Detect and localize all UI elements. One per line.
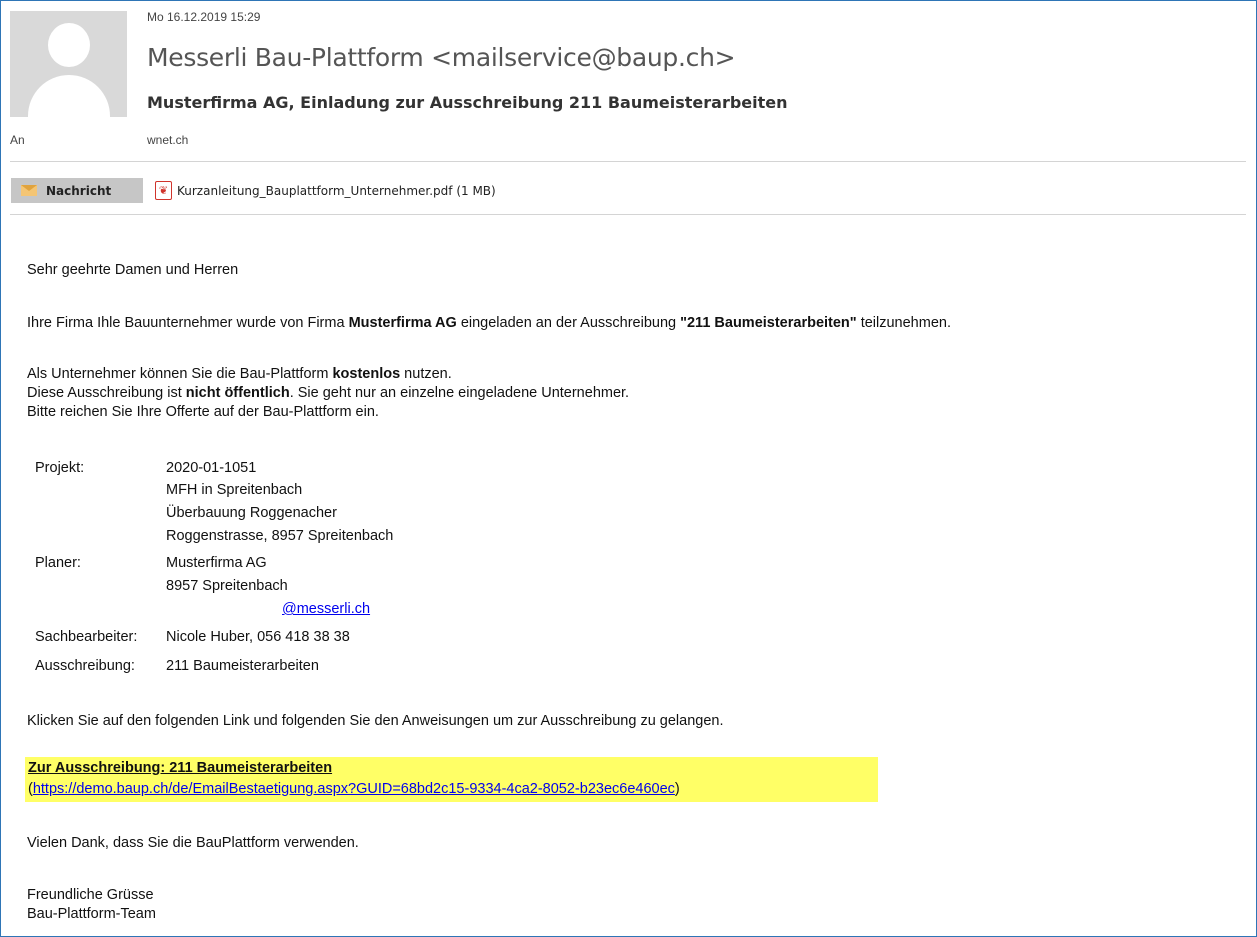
planner-line-1: Musterfirma AG	[166, 555, 267, 571]
planner-label: Planer:	[35, 555, 81, 571]
attachment-item[interactable]: ❦ Kurzanleitung_Bauplattform_Unternehmer…	[155, 181, 496, 200]
avatar-head	[48, 23, 90, 67]
intro-company: Musterfirma AG	[348, 315, 457, 331]
planner-email[interactable]: @messerli.ch	[166, 600, 370, 619]
tabs-divider	[10, 214, 1246, 215]
message-tab[interactable]: Nachricht	[11, 178, 143, 203]
planner-email-domain: @messerli.ch	[282, 601, 371, 617]
intro-text-1: Ihre Firma Ihle Bauunternehmer wurde von…	[27, 315, 349, 331]
clerk-value: Nicole Huber, 056 418 38 38	[166, 629, 350, 645]
project-label: Projekt:	[35, 460, 85, 476]
tender-link-url-line[interactable]: (https://demo.baup.ch/de/EmailBestaetigu…	[28, 781, 680, 797]
free-bold: kostenlos	[332, 366, 401, 382]
to-label: An	[10, 133, 25, 147]
tender-value: 211 Baumeisterarbeiten	[166, 658, 319, 674]
free-text-1: Als Unternehmer können Sie die Bau-Platt…	[27, 366, 333, 382]
attachment-name: Kurzanleitung_Bauplattform_Unternehmer.p…	[177, 183, 496, 198]
free-line: Als Unternehmer können Sie die Bau-Platt…	[27, 365, 452, 384]
project-line-2: MFH in Spreitenbach	[166, 482, 303, 498]
header-divider	[10, 161, 1246, 162]
planner-line-2: 8957 Spreitenbach	[166, 578, 288, 594]
sender-name[interactable]: Messerli Bau-Plattform <mailservice@baup…	[147, 43, 736, 72]
envelope-icon	[21, 185, 37, 196]
pdf-icon: ❦	[155, 181, 172, 200]
avatar-shoulders	[28, 75, 110, 117]
planner-email-link[interactable]: @messerli.ch	[166, 601, 370, 617]
message-tab-label: Nachricht	[46, 183, 112, 198]
private-line: Diese Ausschreibung ist nicht öffentlich…	[27, 384, 629, 403]
tender-link-url[interactable]: https://demo.baup.ch/de/EmailBestaetigun…	[33, 781, 675, 797]
to-recipient[interactable]: wnet.ch	[147, 133, 188, 147]
thanks-line: Vielen Dank, dass Sie die BauPlattform v…	[27, 835, 359, 851]
email-subject: Musterfirma AG, Einladung zur Ausschreib…	[147, 93, 788, 112]
clerk-label: Sachbearbeiter:	[35, 629, 138, 645]
sent-date: Mo 16.12.2019 15:29	[147, 10, 261, 24]
closing-line: Freundliche Grüsse	[27, 887, 154, 903]
email-window: Mo 16.12.2019 15:29 Messerli Bau-Plattfo…	[0, 0, 1257, 937]
instruction-line: Klicken Sie auf den folgenden Link und f…	[27, 713, 724, 729]
submit-line: Bitte reichen Sie Ihre Offerte auf der B…	[27, 404, 379, 420]
intro-text-3: teilzunehmen.	[856, 315, 951, 331]
private-text-2: . Sie geht nur an einzelne eingeladene U…	[289, 385, 630, 401]
project-line-3: Überbauung Roggenacher	[166, 505, 337, 521]
avatar	[10, 11, 127, 117]
free-text-2: nutzen.	[400, 366, 452, 382]
private-text-1: Diese Ausschreibung ist	[27, 385, 186, 401]
intro-text-2: eingeladen an der Ausschreibung	[456, 315, 681, 331]
intro-paragraph: Ihre Firma Ihle Bauunternehmer wurde von…	[27, 314, 951, 333]
signature-line: Bau-Plattform-Team	[27, 906, 156, 922]
project-line-4: Roggenstrasse, 8957 Spreitenbach	[166, 528, 394, 544]
private-bold: nicht öffentlich	[185, 385, 290, 401]
project-line-1: 2020-01-1051	[166, 460, 257, 476]
tender-label: Ausschreibung:	[35, 658, 135, 674]
intro-tender: "211 Baumeisterarbeiten"	[680, 315, 857, 331]
greeting: Sehr geehrte Damen und Herren	[27, 262, 239, 278]
tender-link-title[interactable]: Zur Ausschreibung: 211 Baumeisterarbeite…	[28, 760, 332, 776]
